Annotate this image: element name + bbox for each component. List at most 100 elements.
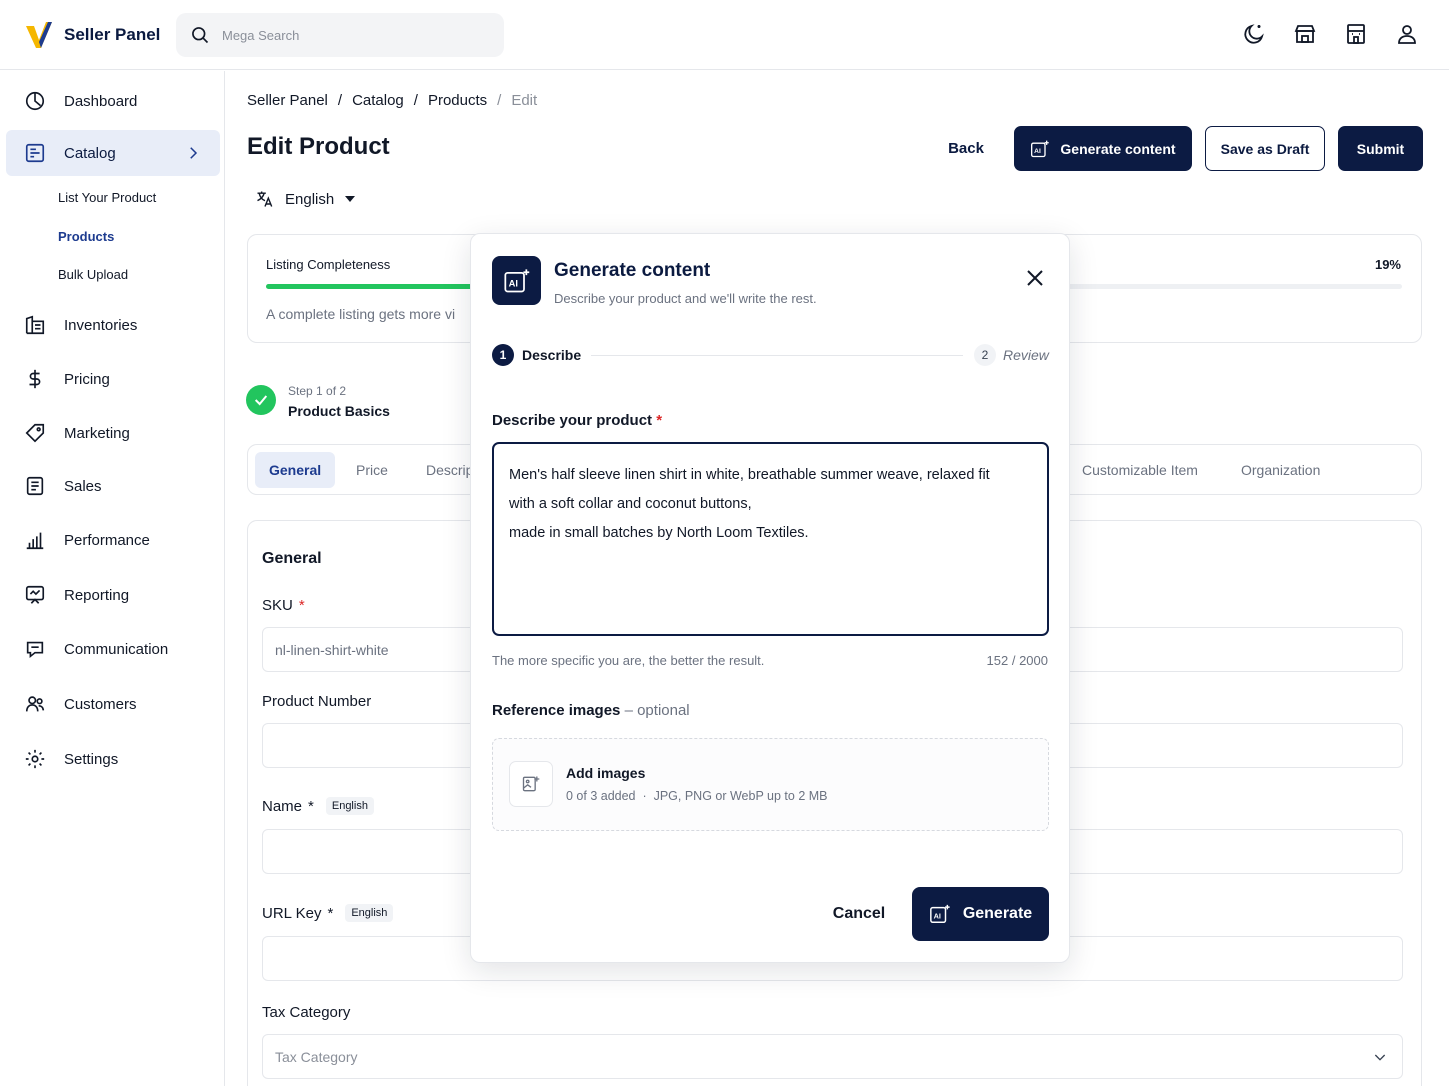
- description-line: made in small batches by North Loom Text…: [509, 525, 809, 541]
- subnav-products[interactable]: Products: [58, 229, 114, 244]
- sidebar-item-customers[interactable]: Customers: [6, 681, 220, 727]
- save-draft-button[interactable]: Save as Draft: [1205, 126, 1325, 171]
- ai-sparkle-icon: AI: [929, 904, 950, 923]
- language-selector[interactable]: English: [255, 189, 356, 209]
- sku-label: SKU *: [262, 597, 305, 614]
- sidebar-item-label: Marketing: [64, 424, 130, 442]
- description-line: with a soft collar and coconut buttons,: [509, 496, 752, 512]
- images-meta: 0 of 3 added · JPG, PNG or WebP up to 2 …: [566, 789, 828, 803]
- svg-text:AI: AI: [1035, 148, 1042, 155]
- close-icon: [1027, 270, 1043, 286]
- close-button[interactable]: [1023, 266, 1047, 290]
- breadcrumb-seller-panel[interactable]: Seller Panel: [247, 92, 328, 109]
- character-count: 152: [986, 653, 1009, 668]
- tab-general[interactable]: General: [255, 452, 336, 488]
- url-key-label-text: URL Key: [262, 904, 322, 922]
- dashboard-icon: [25, 91, 45, 111]
- sales-icon: [26, 476, 44, 496]
- required-mark: *: [308, 797, 314, 815]
- description-hint: The more specific you are, the better th…: [492, 653, 765, 668]
- back-button[interactable]: Back: [935, 126, 997, 171]
- breadcrumb-separator: /: [497, 92, 502, 109]
- storefront-icon[interactable]: [1293, 22, 1317, 46]
- stepper-label-review: Review: [1003, 347, 1049, 363]
- completeness-percent: 19%: [1374, 257, 1401, 272]
- sidebar-item-communication[interactable]: Communication: [6, 626, 220, 672]
- sidebar-item-label: Dashboard: [64, 92, 138, 110]
- tab-description[interactable]: Descrip: [412, 452, 470, 488]
- required-mark: *: [656, 412, 663, 429]
- sidebar-item-label: Performance: [64, 531, 150, 549]
- sidebar-item-reporting[interactable]: Reporting: [6, 572, 220, 618]
- subnav-bulk-upload[interactable]: Bulk Upload: [58, 267, 128, 282]
- tax-category-select[interactable]: Tax Category: [262, 1034, 1403, 1079]
- language-badge: English: [345, 904, 394, 922]
- required-mark: *: [327, 904, 334, 922]
- sidebar-item-performance[interactable]: Performance: [6, 517, 220, 563]
- subnav-list-your-product[interactable]: List Your Product: [58, 190, 156, 205]
- app-name: Seller Panel: [64, 25, 161, 44]
- sidebar-item-label: Reporting: [64, 586, 130, 604]
- reporting-icon: [25, 585, 45, 604]
- completeness-label: Listing Completeness: [266, 257, 391, 272]
- tax-category-placeholder: Tax Category: [275, 1048, 358, 1065]
- tab-customizable-item[interactable]: Customizable Item: [1068, 452, 1212, 488]
- section-title: General: [262, 550, 322, 567]
- description-line: Men's half sleeve linen shirt in white, …: [509, 467, 990, 483]
- tab-organization[interactable]: Organization: [1227, 452, 1334, 488]
- performance-icon: [26, 532, 44, 550]
- images-added-count: 0 of 3 added: [566, 789, 636, 803]
- generate-button[interactable]: AI Generate: [912, 887, 1049, 941]
- communication-icon: [26, 641, 44, 659]
- submit-button[interactable]: Submit: [1338, 126, 1423, 171]
- image-dropzone[interactable]: Add images 0 of 3 added · JPG, PNG or We…: [492, 738, 1049, 831]
- sidebar-item-dashboard[interactable]: Dashboard: [6, 78, 220, 124]
- chevron-right-icon: [190, 147, 198, 159]
- brand-logo[interactable]: Seller Panel: [24, 20, 160, 50]
- sidebar-item-sales[interactable]: Sales: [6, 463, 220, 509]
- describe-label-text: Describe your product: [492, 412, 653, 429]
- top-bar: Seller Panel: [0, 0, 1449, 70]
- ai-badge-icon: AI: [492, 256, 541, 305]
- language-label: English: [285, 190, 335, 208]
- modal-subtitle: Describe your product and we'll write th…: [554, 291, 817, 306]
- modal-title: Generate content: [554, 260, 711, 281]
- search-input[interactable]: [222, 27, 482, 43]
- tab-price[interactable]: Price: [342, 452, 402, 488]
- breadcrumb-catalog[interactable]: Catalog: [352, 92, 404, 109]
- name-label-text: Name: [262, 797, 303, 815]
- generate-content-modal: AI Generate content Describe your produc…: [470, 233, 1070, 963]
- image-formats: JPG, PNG or WebP up to 2 MB: [653, 789, 828, 803]
- sidebar-item-settings[interactable]: Settings: [6, 736, 220, 782]
- user-icon[interactable]: [1395, 22, 1419, 46]
- mega-search[interactable]: [176, 13, 504, 57]
- sidebar-item-catalog[interactable]: Catalog: [6, 130, 220, 176]
- translate-icon: [257, 191, 273, 207]
- svg-text:AI: AI: [508, 278, 517, 288]
- generate-content-button[interactable]: AI Generate content: [1014, 126, 1192, 171]
- inventory-icon: [25, 315, 45, 335]
- sidebar-item-label: Pricing: [64, 370, 110, 388]
- reference-images-label-text: Reference images: [492, 702, 621, 719]
- sidebar-item-marketing[interactable]: Marketing: [6, 410, 220, 456]
- chevron-down-icon: [1374, 1054, 1386, 1061]
- completeness-hint: A complete listing gets more vi: [266, 306, 456, 322]
- sidebar-item-label: Communication: [64, 640, 169, 658]
- settings-icon: [25, 749, 45, 769]
- breadcrumb-separator: /: [413, 92, 418, 109]
- description-textarea[interactable]: Men's half sleeve linen shirt in white, …: [492, 442, 1049, 636]
- sidebar-item-inventories[interactable]: Inventories: [6, 302, 220, 348]
- sidebar-item-label: Catalog: [64, 144, 116, 162]
- theme-toggle-icon[interactable]: [1242, 22, 1266, 46]
- language-badge: English: [325, 797, 374, 815]
- logo-icon: [26, 22, 52, 48]
- add-images-title: Add images: [566, 765, 646, 781]
- add-image-icon: [509, 761, 553, 807]
- cancel-button[interactable]: Cancel: [823, 888, 895, 940]
- ai-sparkle-icon: AI: [1031, 140, 1050, 157]
- sidebar-item-pricing[interactable]: Pricing: [6, 356, 220, 402]
- store-building-icon[interactable]: [1344, 22, 1368, 46]
- stepper-step-2: 2: [974, 344, 996, 366]
- describe-label: Describe your product *: [492, 412, 662, 429]
- breadcrumb-products[interactable]: Products: [428, 92, 487, 109]
